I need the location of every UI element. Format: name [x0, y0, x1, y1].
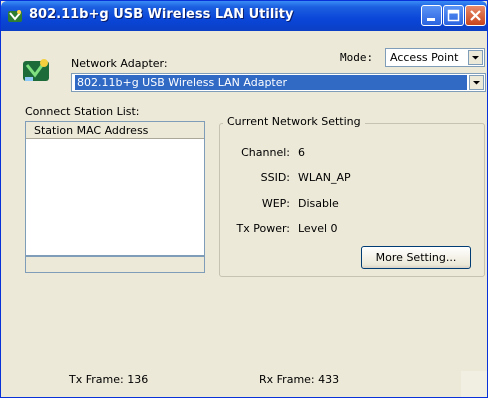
tx-power-label: Tx Power:: [236, 222, 291, 235]
wireless-adapter-icon: [23, 59, 49, 81]
station-list-scrollbar[interactable]: [25, 256, 205, 273]
network-adapter-value: 802.11b+g USB Wireless LAN Adapter: [75, 75, 467, 90]
tx-power-value: Level 0: [298, 222, 338, 235]
wireless-utility-icon: [8, 10, 22, 22]
channel-label: Channel:: [241, 146, 290, 159]
network-adapter-label: Network Adapter:: [71, 57, 168, 70]
resize-grip[interactable]: [461, 371, 487, 397]
minimize-button[interactable]: [421, 5, 442, 26]
maximize-button[interactable]: [443, 5, 464, 26]
rx-frame-status: Rx Frame: 433: [259, 373, 340, 386]
ssid-value: WLAN_AP: [298, 171, 351, 184]
adapter-dropdown-button[interactable]: [469, 75, 484, 90]
station-list-label: Connect Station List:: [25, 105, 140, 118]
column-header-mac[interactable]: Station MAC Address: [26, 122, 204, 139]
main-window: 802.11b+g USB Wireless LAN Utility Netwo…: [0, 0, 488, 398]
window-title: 802.11b+g USB Wireless LAN Utility: [29, 7, 294, 22]
station-list[interactable]: Station MAC Address: [25, 121, 205, 256]
more-setting-button[interactable]: More Setting...: [361, 246, 471, 269]
channel-value: 6: [298, 146, 305, 159]
title-bar[interactable]: 802.11b+g USB Wireless LAN Utility: [1, 1, 487, 31]
ssid-label: SSID:: [260, 171, 290, 184]
mode-value: Access Point: [390, 51, 459, 64]
close-button[interactable]: [465, 5, 486, 26]
chevron-down-icon: [472, 56, 479, 60]
minimize-icon: [427, 18, 435, 21]
network-adapter-select[interactable]: 802.11b+g USB Wireless LAN Adapter: [71, 73, 486, 92]
close-icon: [470, 10, 481, 21]
wep-value: Disable: [298, 197, 339, 210]
maximize-icon: [447, 9, 460, 22]
mode-dropdown-button[interactable]: [468, 50, 483, 65]
chevron-down-icon: [473, 81, 480, 85]
mode-select[interactable]: Access Point: [385, 48, 485, 67]
tx-frame-status: Tx Frame: 136: [69, 373, 149, 386]
wep-label: WEP:: [261, 197, 290, 210]
mode-label: Mode:: [340, 51, 374, 64]
network-setting-title: Current Network Setting: [223, 115, 365, 128]
